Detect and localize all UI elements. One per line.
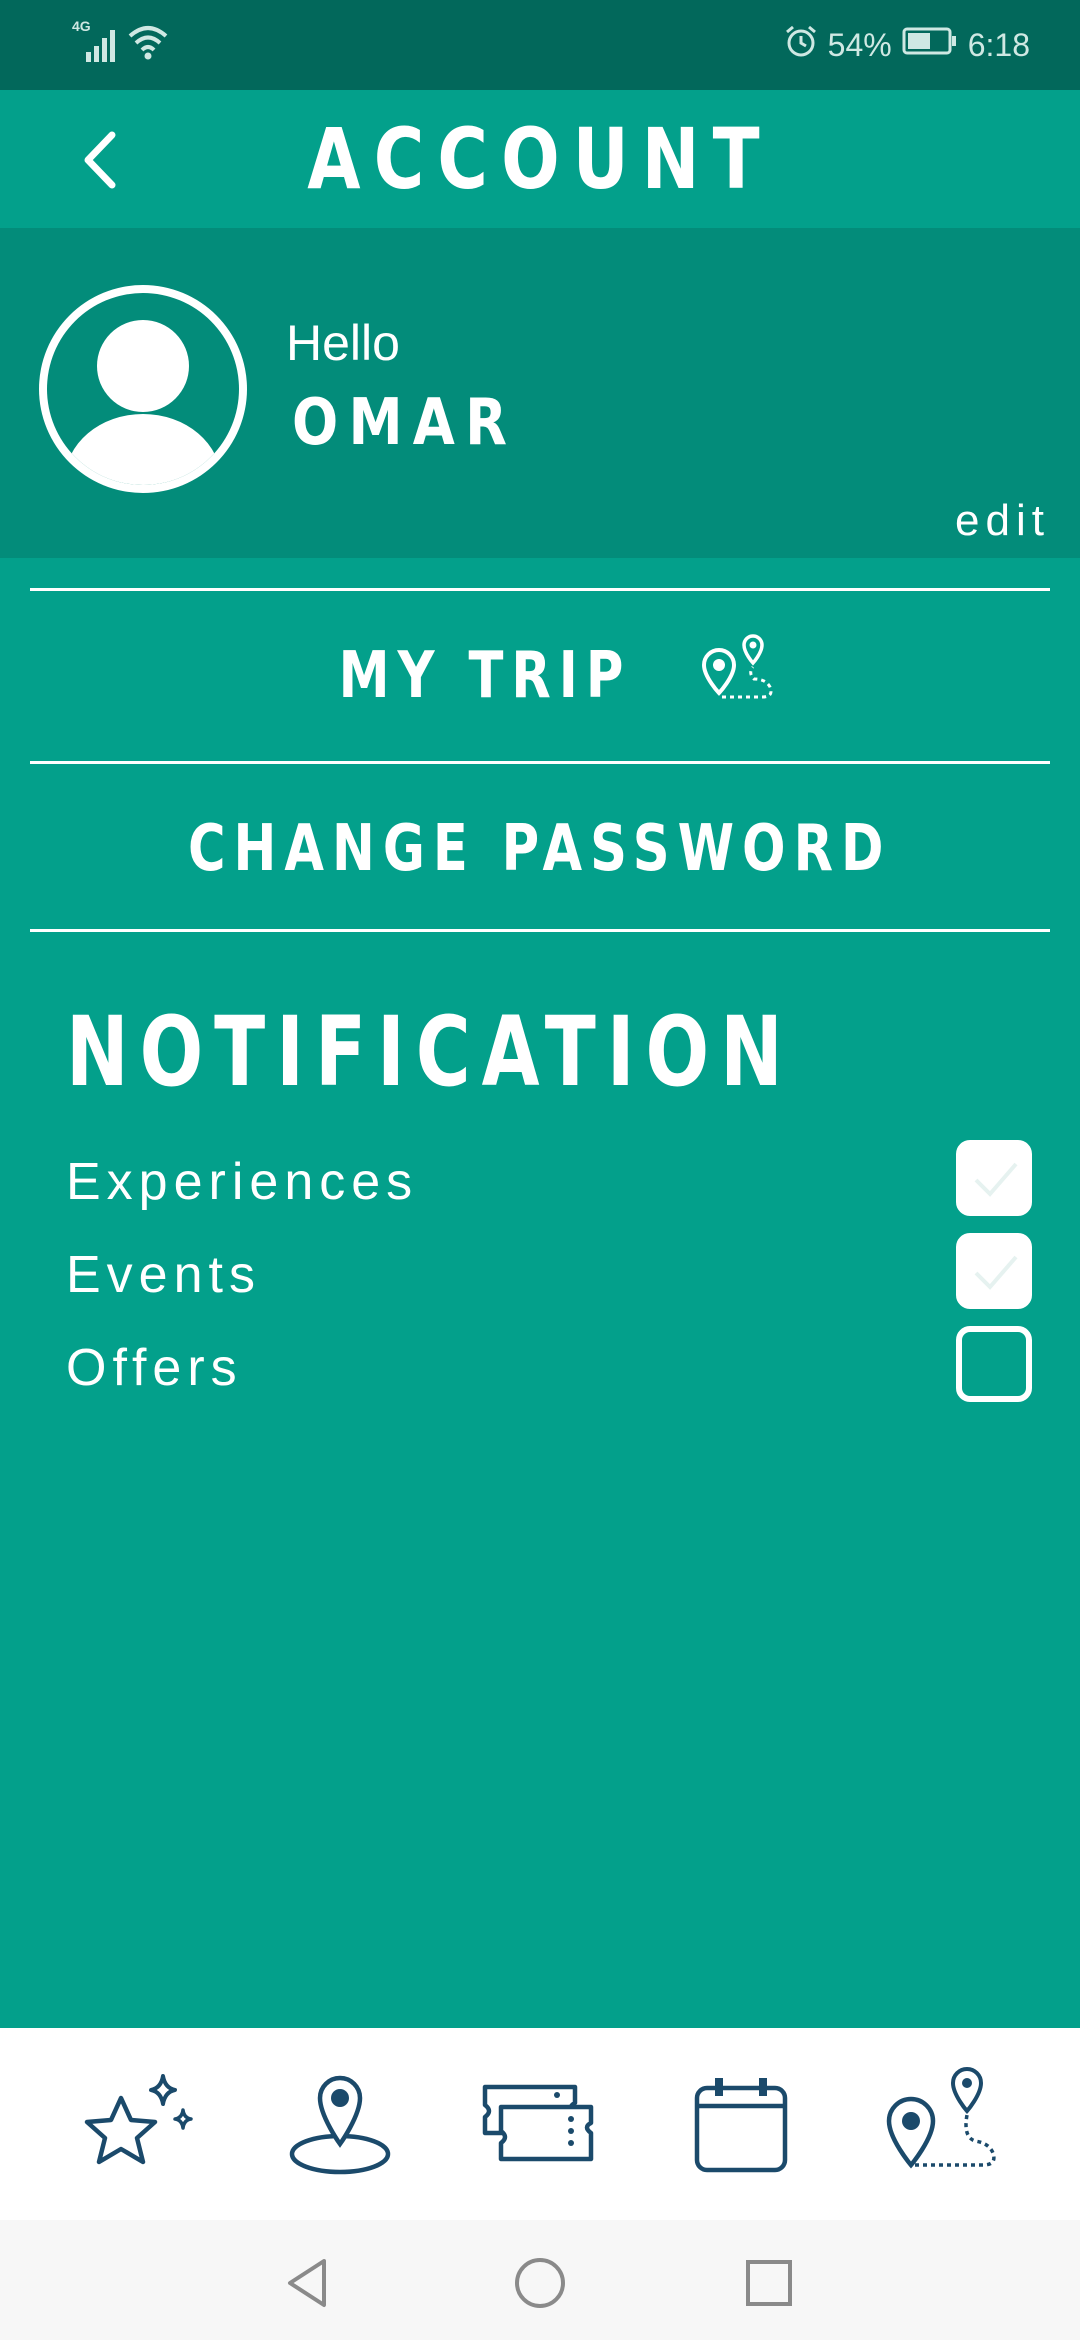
checkmark-icon — [974, 1255, 1018, 1290]
notification-label: Experiences — [66, 1153, 419, 1211]
tab-calendar[interactable] — [670, 2058, 810, 2188]
home-circle-icon — [515, 2258, 565, 2308]
system-home-button[interactable] — [505, 2248, 575, 2318]
user-name: OMAR — [292, 386, 518, 460]
divider — [30, 761, 1050, 764]
system-nav-bar — [0, 2220, 1080, 2340]
battery-icon — [902, 26, 958, 64]
change-password-label: CHANGE PASSWORD — [188, 812, 892, 886]
greeting-text: Hello — [286, 315, 400, 371]
my-trip-label: MY TRIP — [338, 639, 632, 713]
back-triangle-icon — [288, 2259, 326, 2307]
status-right: 54% 6:18 — [784, 24, 1030, 66]
bottom-tab-bar — [0, 2028, 1080, 2220]
system-back-button[interactable] — [272, 2248, 342, 2318]
battery-percent: 54% — [827, 26, 892, 63]
notification-row-offers: Offers — [0, 1326, 1080, 1418]
notification-section-title: NOTIFICATION — [66, 996, 794, 1108]
system-recents-button[interactable] — [734, 2248, 804, 2318]
divider — [30, 929, 1050, 932]
experiences-checkbox[interactable] — [956, 1140, 1032, 1216]
my-trip-button[interactable]: MY TRIP — [30, 592, 1050, 760]
recents-square-icon — [746, 2260, 792, 2306]
notification-label: Events — [66, 1246, 261, 1304]
divider — [30, 588, 1050, 591]
profile-card: Hello OMAR edit — [0, 228, 1080, 558]
checkmark-icon — [974, 1162, 1018, 1197]
notification-label: Offers — [66, 1339, 243, 1397]
avatar[interactable] — [34, 280, 252, 498]
network-type: 4G — [72, 18, 91, 34]
tickets-icon — [482, 2084, 594, 2162]
wifi-icon — [128, 24, 168, 64]
tab-experiences[interactable] — [66, 2058, 206, 2188]
notification-row-events: Events — [0, 1233, 1080, 1325]
status-bar: 4G 54% 6:18 — [0, 0, 1080, 90]
header: ACCOUNT — [0, 90, 1080, 228]
route-pins-icon — [701, 634, 773, 699]
page-title: ACCOUNT — [307, 110, 773, 208]
tab-my-trip[interactable] — [870, 2058, 1010, 2188]
events-checkbox[interactable] — [956, 1233, 1032, 1309]
calendar-icon — [694, 2078, 788, 2173]
clock-time: 6:18 — [967, 26, 1030, 63]
location-pin-icon — [289, 2075, 391, 2175]
account-screen: 4G 54% 6:18 ACCOUNT Hello OMAR edit MY T… — [0, 0, 1080, 2340]
signal-icon: 4G — [68, 18, 118, 64]
notification-row-experiences: Experiences — [0, 1140, 1080, 1232]
sparkle-star-icon — [84, 2074, 193, 2165]
status-left: 4G — [68, 18, 168, 64]
change-password-button[interactable]: CHANGE PASSWORD — [30, 765, 1050, 933]
offers-checkbox[interactable] — [956, 1326, 1032, 1402]
tab-tickets[interactable] — [470, 2058, 610, 2188]
alarm-icon — [784, 24, 818, 66]
edit-profile-link[interactable]: edit — [955, 496, 1050, 546]
tab-places[interactable] — [270, 2058, 410, 2188]
route-pins-icon — [886, 2067, 996, 2169]
user-avatar-icon — [39, 285, 247, 493]
